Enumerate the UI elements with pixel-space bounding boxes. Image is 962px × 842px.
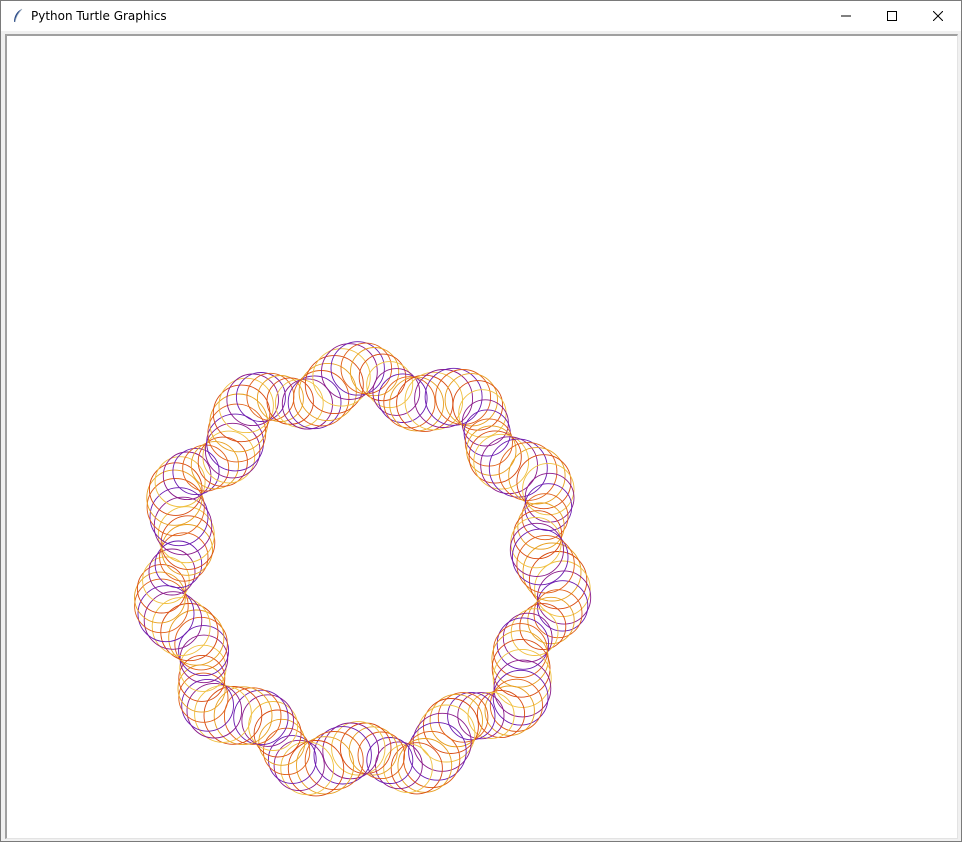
feather-icon (10, 8, 26, 24)
ring-circle (172, 447, 220, 496)
ring-circle (298, 362, 357, 422)
ring-circle (179, 644, 227, 692)
ring-circle (207, 403, 267, 463)
ring-circle (492, 648, 552, 708)
ring-circle (281, 378, 333, 430)
ring-circle (484, 685, 535, 736)
turtle-canvas[interactable] (5, 34, 958, 839)
ring-circle (498, 442, 558, 501)
title-bar[interactable]: Python Turtle Graphics (1, 1, 961, 31)
ring-circle (161, 524, 213, 576)
circle-ring (134, 341, 592, 797)
minimize-button[interactable] (823, 1, 869, 31)
ring-circle (287, 375, 342, 430)
ring-circle (267, 735, 317, 784)
window-controls (823, 1, 961, 31)
ring-circle (463, 409, 511, 457)
close-icon (933, 11, 943, 21)
ring-circle (330, 341, 385, 396)
ring-circle (331, 721, 386, 776)
ring-circle (213, 686, 273, 746)
maximize-icon (887, 11, 897, 21)
turtle-window: Python Turtle Graphics (0, 0, 962, 842)
ring-circle (383, 376, 436, 429)
ring-circle (521, 493, 569, 541)
ring-circle (509, 522, 564, 577)
ring-circle (177, 664, 226, 713)
minimize-icon (841, 15, 851, 17)
ring-circle (312, 348, 371, 407)
window-title: Python Turtle Graphics (31, 9, 167, 23)
ring-circle (404, 371, 464, 431)
turtle-drawing (134, 341, 592, 797)
ring-circle (153, 496, 213, 556)
close-button[interactable] (915, 1, 961, 31)
ring-circle (203, 686, 263, 745)
ring-circle (424, 367, 483, 426)
maximize-button[interactable] (869, 1, 915, 31)
